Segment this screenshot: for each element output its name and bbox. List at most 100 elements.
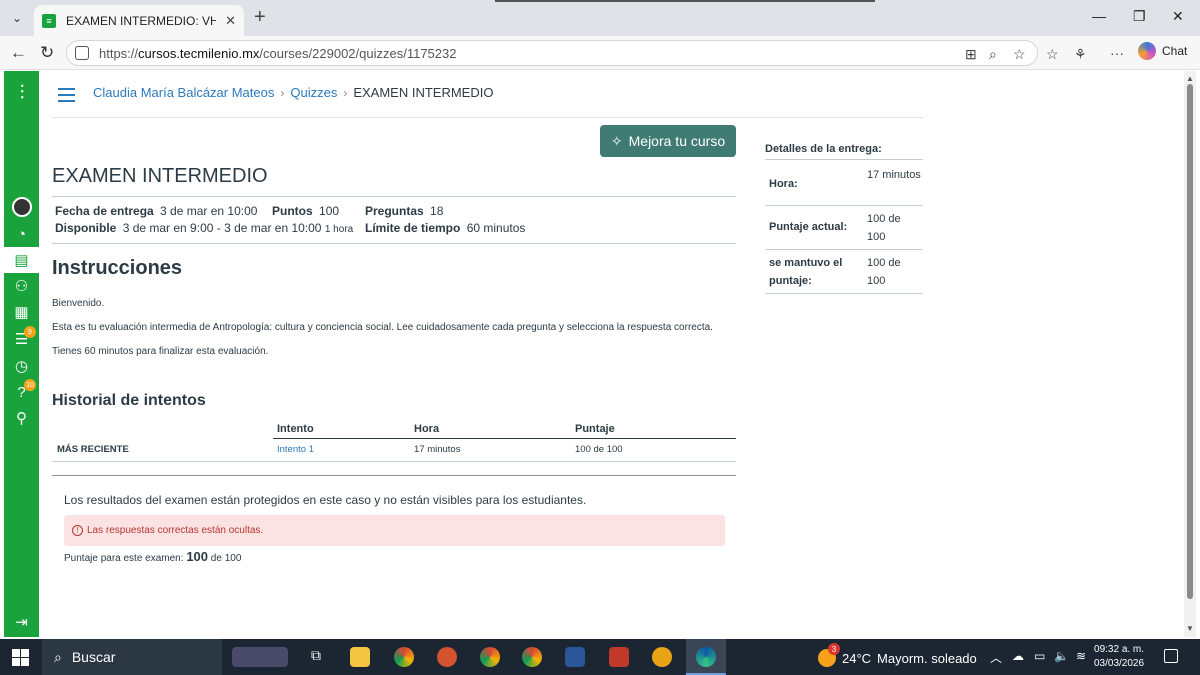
results-protected-note: Los resultados del examen están protegid… <box>64 493 587 507</box>
copilot-icon <box>1138 42 1156 60</box>
improve-course-button[interactable]: ✧ Mejora tu curso <box>600 125 736 157</box>
scroll-up-arrow-icon[interactable]: ▲ <box>1186 74 1194 83</box>
reload-icon[interactable]: ↻ <box>40 43 54 63</box>
onedrive-icon[interactable]: ☁ <box>1012 649 1024 663</box>
site-info-icon[interactable] <box>75 46 89 60</box>
time-value: 17 minutos <box>867 169 921 181</box>
groups-icon[interactable]: ⚇ <box>4 273 39 299</box>
widget-clapper-icon[interactable] <box>232 647 288 667</box>
instructions-paragraph: Esta es tu evaluación intermedia de Antr… <box>52 322 713 333</box>
sun-icon: 3 <box>818 643 840 667</box>
profile-icon[interactable]: ⚘ <box>1074 46 1087 63</box>
weather-badge: 3 <box>828 643 840 655</box>
kept-score-value: 100 de 100 <box>867 257 901 287</box>
quiz-score: Puntaje para este examen: 100 de 100 <box>64 549 241 564</box>
window-close-icon[interactable]: ✕ <box>1172 8 1184 25</box>
points: Puntos 100 <box>272 204 340 218</box>
nav-account[interactable] <box>4 194 39 220</box>
tool-icon[interactable] <box>609 647 629 667</box>
alert-text: Las respuestas correctas están ocultas. <box>87 525 264 536</box>
commons-icon[interactable]: ⚲ <box>4 405 39 431</box>
notification-icon[interactable] <box>1164 649 1178 663</box>
sidebar-divider <box>765 205 923 206</box>
more-options-icon[interactable]: ··· <box>1110 45 1124 61</box>
breadcrumb-course-link[interactable]: Claudia María Balcázar Mateos <box>93 85 274 100</box>
chrome-icon[interactable] <box>394 647 414 667</box>
attempt-score: 100 de 100 <box>575 444 623 455</box>
edge-icon[interactable] <box>696 647 716 667</box>
battery-icon[interactable]: ▭ <box>1034 649 1045 663</box>
help-icon[interactable]: ? 10 <box>4 379 39 405</box>
weather-widget[interactable]: 3 24°C Mayorm. soleado <box>818 643 977 667</box>
app-available-icon[interactable]: ⊞ <box>965 46 977 63</box>
powerpoint-icon[interactable] <box>437 647 457 667</box>
breadcrumb-current: EXAMEN INTERMEDIO <box>353 85 494 100</box>
instructions-paragraph: Bienvenido. <box>52 298 105 309</box>
chrome-icon[interactable] <box>480 647 500 667</box>
submission-details-title: Detalles de la entrega: <box>765 143 882 155</box>
volume-icon[interactable]: 🔈 <box>1054 649 1069 663</box>
restore-icon[interactable]: ❐ <box>1133 8 1146 25</box>
browser-tab-active[interactable]: ≡ EXAMEN INTERMEDIO: VH.BSHU2 ✕ <box>34 5 244 36</box>
task-view-icon[interactable]: ⧉ <box>306 647 326 667</box>
breadcrumb-quizzes-link[interactable]: Quizzes <box>290 85 337 100</box>
tab-title: EXAMEN INTERMEDIO: VH.BSHU2 <box>66 13 216 28</box>
breadcrumb: Claudia María Balcázar Mateos › Quizzes … <box>93 85 493 100</box>
app-icon[interactable] <box>652 647 672 667</box>
zoom-icon[interactable]: ⌕ <box>989 46 997 63</box>
url-input[interactable]: https://cursos.tecmilenio.mx/courses/229… <box>66 40 1038 66</box>
inbox-icon[interactable]: ☰ 9 <box>4 326 39 352</box>
column-header-score: Puntaje <box>575 423 615 435</box>
collapse-nav-icon[interactable]: ⇥ <box>4 613 39 631</box>
sidebar-divider <box>765 159 923 160</box>
weather-text: Mayorm. soleado <box>877 650 977 666</box>
time-label: Hora: <box>769 178 798 190</box>
tecmilenio-favicon-icon: ≡ <box>42 13 56 28</box>
attempt-link[interactable]: Intento 1 <box>277 444 314 455</box>
file-explorer-icon[interactable] <box>350 647 370 667</box>
new-tab-plus-icon[interactable]: + <box>254 6 266 29</box>
address-bar-row: ← ↻ https://cursos.tecmilenio.mx/courses… <box>0 36 1200 70</box>
tab-close-icon[interactable]: ✕ <box>225 13 236 29</box>
sidebar-divider <box>765 293 923 294</box>
page-title: EXAMEN INTERMEDIO <box>52 165 268 187</box>
system-clock[interactable]: 09:32 a. m. 03/03/2026 <box>1094 643 1144 671</box>
courses-icon[interactable]: ▤ <box>4 247 39 273</box>
word-icon[interactable] <box>565 647 585 667</box>
temperature: 24°C <box>842 650 872 666</box>
copilot-chat-button[interactable]: Chat <box>1138 42 1187 60</box>
current-score-value: 100 de 100 <box>867 213 901 243</box>
row-label-most-recent: MÁS RECIENTE <box>57 444 129 455</box>
scroll-down-arrow-icon[interactable]: ▼ <box>1186 624 1194 633</box>
tecmilenio-logo-icon[interactable]: ⫶ <box>9 82 35 108</box>
tab-actions-chevron-icon[interactable]: ⌄ <box>6 8 28 28</box>
minimize-icon[interactable]: — <box>1092 8 1106 24</box>
history-clock-icon[interactable]: ◷ <box>4 353 39 379</box>
url-text: https://cursos.tecmilenio.mx/courses/229… <box>99 45 457 61</box>
tray-chevron-icon[interactable]: ︿ <box>990 649 1002 666</box>
chrome-icon[interactable] <box>522 647 542 667</box>
avatar <box>11 197 32 217</box>
windows-start-icon[interactable] <box>12 649 29 666</box>
wifi-icon[interactable]: ≋ <box>1076 649 1086 663</box>
global-navigation: ⫶ ◔ ▤ ⚇ ▦ ☰ 9 ◷ ? 10 ⚲ ⇥ <box>4 71 39 637</box>
availability: Disponible 3 de mar en 9:00 - 3 de mar e… <box>55 221 354 235</box>
taskbar-search[interactable]: ⌕ Buscar <box>42 639 222 675</box>
clock-date: 03/03/2026 <box>1094 658 1145 669</box>
attempt-history-heading: Historial de intentos <box>52 392 206 409</box>
header-divider <box>52 117 923 118</box>
column-header-attempt: Intento <box>277 423 314 435</box>
back-arrow-icon[interactable]: ← <box>10 43 27 63</box>
due-date: Fecha de entrega 3 de mar en 10:00 <box>55 204 258 218</box>
favorite-star-icon[interactable]: ☆ <box>1013 46 1026 63</box>
search-icon: ⌕ <box>54 648 62 665</box>
dashboard-icon[interactable]: ◔ <box>4 221 39 247</box>
kept-score-label: se mantuvo el puntaje: <box>769 257 843 287</box>
table-row-divider <box>52 461 736 462</box>
help-badge: 10 <box>24 379 36 391</box>
scrollbar-thumb[interactable] <box>1187 84 1193 599</box>
course-menu-hamburger-icon[interactable] <box>58 88 75 106</box>
favorites-icon[interactable]: ☆ <box>1046 46 1059 63</box>
calendar-icon[interactable]: ▦ <box>4 299 39 325</box>
breadcrumb-separator: › <box>280 85 285 100</box>
